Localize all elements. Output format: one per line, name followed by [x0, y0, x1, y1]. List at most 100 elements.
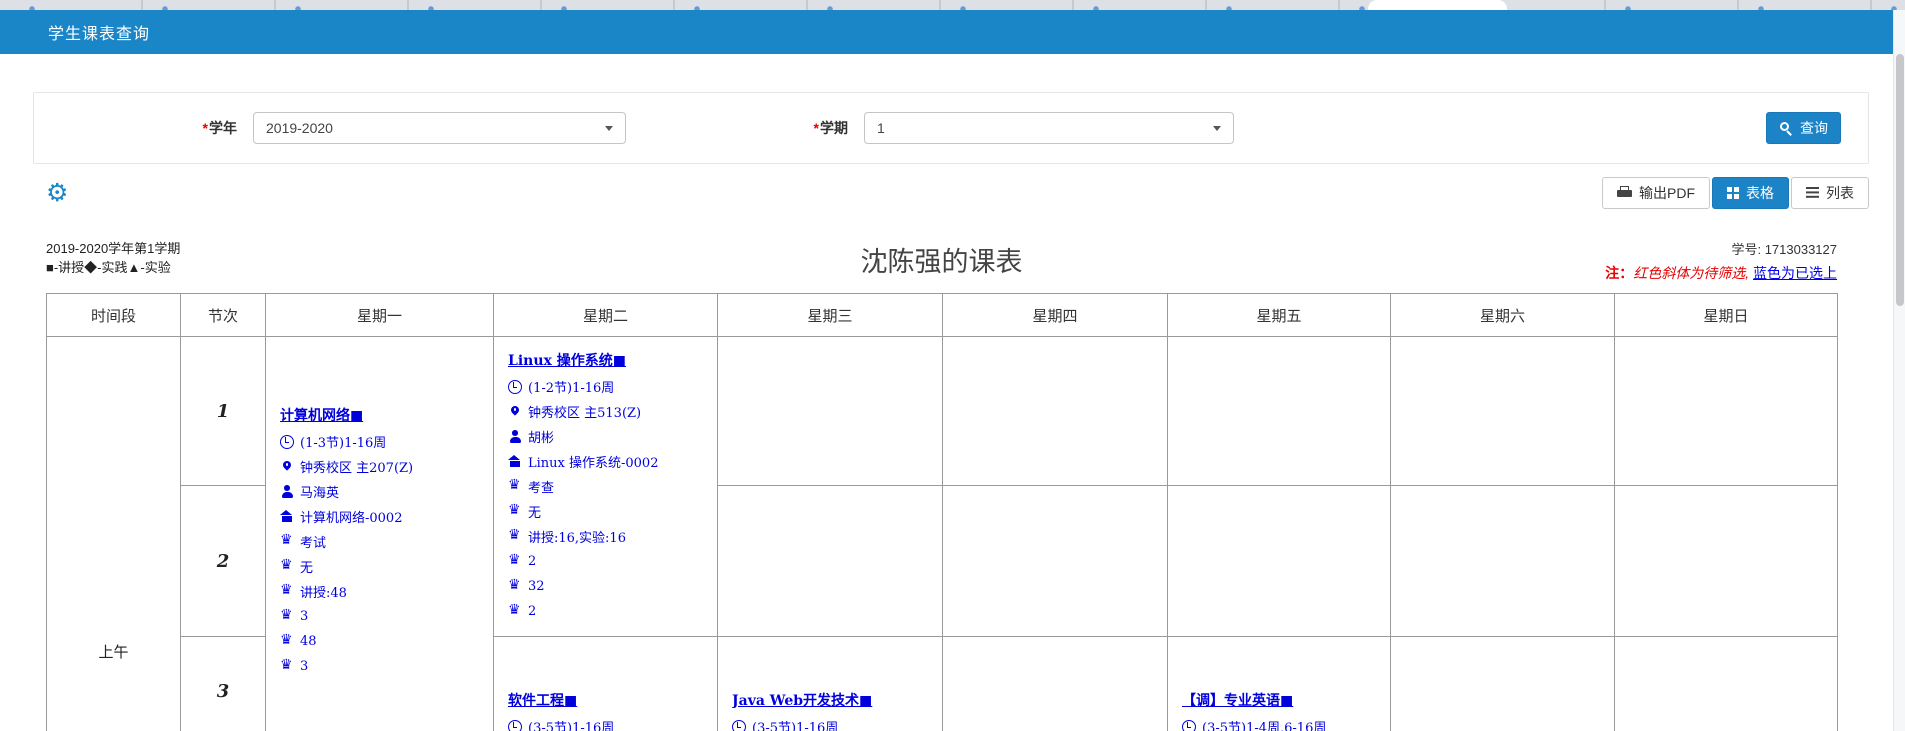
term-select[interactable]: 1	[864, 112, 1234, 144]
course-detail-line: 讲授:48	[280, 579, 485, 604]
note-pending-text: 红色斜体为待筛选,	[1633, 265, 1750, 281]
empty-cell-friday-2	[1167, 485, 1391, 637]
student-number: 学号: 1713033127	[1731, 242, 1837, 257]
course-detail-line: Linux 操作系统-0002	[508, 449, 709, 474]
course-detail-line: 考查	[508, 474, 709, 499]
course-detail-text: 计算机网络-0002	[300, 511, 403, 526]
course-title-link[interactable]: 软件工程■	[508, 689, 709, 714]
course-cell-wednesday-3: Java Web开发技术■ (3-5节)1-16周	[717, 636, 943, 731]
note-selected-text: 蓝色为已选上	[1753, 265, 1837, 281]
course-detail-line: 无	[280, 554, 485, 579]
course-detail-text: 2	[528, 604, 537, 619]
course-cell-tuesday-1: Linux 操作系统■ (1-2节)1-16周 钟秀校区 主513(Z) 胡彬 Lin…	[493, 336, 718, 637]
course-title-link[interactable]: Java Web开发技术■	[732, 689, 934, 714]
course-detail-line: 钟秀校区 主513(Z)	[508, 399, 709, 424]
col-header-thursday: 星期四	[942, 293, 1168, 337]
course-detail-text: 3	[300, 609, 309, 624]
browser-active-tab[interactable]	[1368, 0, 1507, 10]
note-prefix: 注：	[1605, 265, 1634, 281]
course-details: (3-5节)1-16周	[732, 714, 934, 731]
user-icon	[508, 430, 522, 444]
export-pdf-button[interactable]: 输出PDF	[1602, 177, 1710, 209]
clock-icon	[280, 434, 294, 449]
course-detail-text: 讲授:48	[300, 586, 347, 601]
empty-cell-saturday-3	[1390, 636, 1615, 731]
course-detail-line: (3-5节)1-16周	[732, 714, 934, 731]
chevron-down-icon	[1213, 126, 1221, 131]
course-detail-line: 讲授:16,实验:16	[508, 524, 709, 549]
year-select-value: 2019-2020	[266, 120, 333, 136]
course-detail-text: (3-5节)1-4周,6-16周	[1202, 721, 1327, 731]
crown-icon	[280, 583, 294, 599]
course-detail-line: 计算机网络-0002	[280, 504, 485, 529]
course-detail-text: 48	[300, 634, 317, 649]
course-detail-line: 无	[508, 499, 709, 524]
course-detail-line: 3	[280, 604, 485, 629]
course-title-link[interactable]: Linux 操作系统■	[508, 349, 709, 374]
year-select[interactable]: 2019-2020	[253, 112, 626, 144]
course-detail-line: 2	[508, 549, 709, 574]
empty-cell-thursday-2	[942, 485, 1168, 637]
course-details: (1-3节)1-16周钟秀校区 主207(Z) 马海英计算机网络-0002 考试无讲…	[280, 429, 485, 679]
course-detail-line: (3-5节)1-16周	[508, 714, 709, 731]
year-label-text: 学年	[209, 120, 237, 136]
list-view-button[interactable]: 列表	[1791, 177, 1869, 209]
period-row-1: 上午 1 计算机网络■ (1-3节)1-16周 钟秀校区 主207(Z) 马海英 计算…	[46, 336, 1838, 731]
empty-cell-thursday-1	[942, 336, 1168, 486]
course-detail-line: 胡彬	[508, 424, 709, 449]
empty-cell-sunday-2	[1614, 485, 1838, 637]
clock-icon	[732, 719, 746, 731]
gear-icon[interactable]	[46, 181, 68, 206]
col-header-friday: 星期五	[1167, 293, 1391, 337]
col-header-wednesday: 星期三	[717, 293, 943, 337]
col-header-tuesday: 星期二	[493, 293, 718, 337]
required-asterisk: *	[202, 120, 208, 136]
crown-icon	[508, 503, 522, 519]
course-detail-line: 48	[280, 629, 485, 654]
course-title-link[interactable]: 计算机网络■	[280, 404, 485, 429]
view-buttons: 输出PDF 表格 列表	[1602, 177, 1869, 209]
list-icon	[1806, 187, 1819, 199]
vertical-scrollbar[interactable]	[1893, 10, 1905, 731]
crown-icon	[280, 658, 294, 674]
course-details: (1-2节)1-16周 钟秀校区 主513(Z) 胡彬 Linux 操作系统-0002…	[508, 374, 709, 624]
search-icon	[1779, 121, 1793, 135]
course-detail-line: (1-2节)1-16周	[508, 374, 709, 399]
table-view-button[interactable]: 表格	[1712, 177, 1789, 209]
page-title: 学生课表查询	[48, 26, 151, 43]
location-icon	[280, 460, 294, 474]
course-title-link[interactable]: 【调】专业英语■	[1182, 689, 1382, 714]
crown-icon	[508, 603, 522, 619]
filter-panel: *学年 2019-2020 *学期 1 查询	[33, 92, 1869, 164]
course-cell-friday-3: 【调】专业英语■ (3-5节)1-4周,6-16周	[1167, 636, 1391, 731]
schedule-note: 注：红色斜体为待筛选, 蓝色为已选上	[1023, 263, 1837, 283]
toolbar: 输出PDF 表格 列表	[33, 177, 1869, 209]
required-asterisk: *	[813, 120, 819, 136]
course-detail-text: 胡彬	[528, 431, 555, 446]
col-header-period: 节次	[180, 293, 266, 337]
course-detail-text: 3	[300, 659, 309, 674]
col-header-saturday: 星期六	[1390, 293, 1615, 337]
course-detail-text: 考查	[528, 481, 555, 496]
location-icon	[508, 405, 522, 419]
empty-cell-sunday-3	[1614, 636, 1838, 731]
clock-icon	[508, 379, 522, 394]
search-button[interactable]: 查询	[1766, 112, 1841, 144]
timetable: 时间段 节次 星期一 星期二 星期三 星期四 星期五 星期六 星期日 上午 1 …	[46, 293, 1838, 731]
scrollbar-thumb[interactable]	[1896, 54, 1904, 306]
period-number-1: 1	[180, 336, 266, 486]
course-detail-line: 2	[508, 599, 709, 624]
page-content: *学年 2019-2020 *学期 1 查询 输出PDF 表格	[0, 54, 1893, 731]
year-label: *学年	[34, 118, 253, 138]
term-label: *学期	[626, 118, 864, 138]
course-detail-line: (1-3节)1-16周	[280, 429, 485, 454]
course-detail-text: (1-3节)1-16周	[300, 436, 387, 451]
course-detail-line: (3-5节)1-4周,6-16周	[1182, 714, 1382, 731]
crown-icon	[508, 528, 522, 544]
schedule-meta-right: 学号: 1713033127 注：红色斜体为待筛选, 蓝色为已选上	[1023, 233, 1837, 285]
crown-icon	[280, 608, 294, 624]
course-detail-text: Linux 操作系统-0002	[528, 456, 659, 471]
app-header: 学生课表查询	[0, 10, 1893, 54]
col-header-sunday: 星期日	[1614, 293, 1838, 337]
term-label-text: 学期	[820, 120, 848, 136]
